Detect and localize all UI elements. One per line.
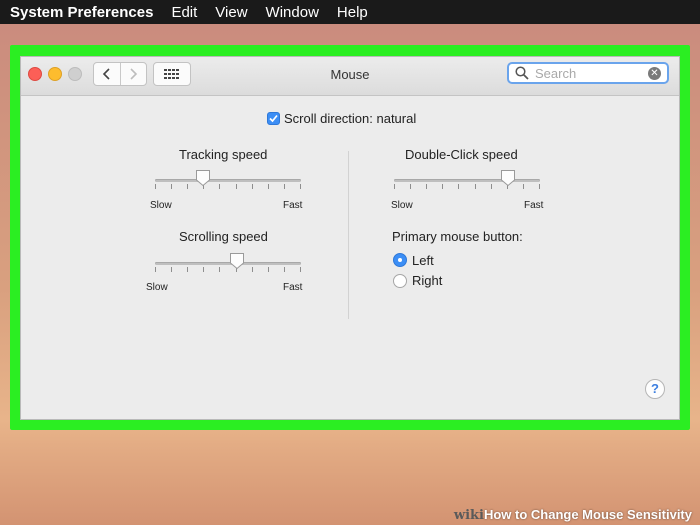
slider-tick: [187, 267, 188, 272]
slider-tick: [475, 184, 476, 189]
scrolling-speed-max-label: Fast: [283, 282, 303, 293]
column-divider: [348, 151, 349, 319]
scroll-direction-checkbox[interactable]: [267, 112, 280, 125]
slider-tick: [155, 184, 156, 189]
primary-mouse-button-label: Primary mouse button:: [392, 229, 523, 244]
slider-knob[interactable]: [229, 252, 245, 270]
slider-track: [394, 179, 540, 182]
slider-tick: [284, 267, 285, 272]
slider-tick: [236, 184, 237, 189]
search-icon: [515, 66, 529, 80]
double-click-speed-min-label: Slow: [391, 200, 413, 211]
slider-tick: [300, 267, 301, 272]
tracking-speed-slider[interactable]: [155, 169, 301, 193]
watermark-title: How to Change Mouse Sensitivity: [483, 507, 692, 522]
mouse-preferences-window: Mouse ✕ Scroll direction: natural Tracki…: [20, 56, 680, 420]
radio-right-label: Right: [412, 273, 443, 288]
slider-tick: [219, 184, 220, 189]
slider-knob[interactable]: [500, 169, 516, 187]
slider-tick: [442, 184, 443, 189]
slider-tick: [187, 184, 188, 189]
scrolling-speed-label: Scrolling speed: [179, 229, 268, 244]
slider-tick: [300, 184, 301, 189]
slider-tick: [410, 184, 411, 189]
search-field[interactable]: ✕: [507, 62, 669, 84]
slider-tick: [171, 184, 172, 189]
menu-view[interactable]: View: [215, 4, 247, 21]
slider-tick: [268, 184, 269, 189]
search-input[interactable]: [533, 64, 647, 82]
tracking-speed-label: Tracking speed: [179, 147, 268, 162]
slider-tick: [252, 267, 253, 272]
double-click-speed-slider[interactable]: [394, 169, 540, 193]
menu-bar: System Preferences Edit View Window Help: [0, 0, 700, 24]
title-bar: Mouse ✕: [21, 57, 679, 96]
watermark-brand: wiki: [453, 508, 484, 523]
slider-tick: [252, 184, 253, 189]
radio-right[interactable]: [393, 274, 407, 288]
slider-knob[interactable]: [195, 169, 211, 187]
slider-tick: [523, 184, 524, 189]
menu-window[interactable]: Window: [266, 4, 319, 21]
slider-tick: [203, 267, 204, 272]
slider-tick: [458, 184, 459, 189]
watermark: wikiHow to Change Mouse Sensitivity: [454, 507, 692, 523]
menu-help[interactable]: Help: [337, 4, 368, 21]
help-button[interactable]: ?: [645, 379, 665, 399]
slider-tick: [491, 184, 492, 189]
menu-app-name[interactable]: System Preferences: [10, 4, 153, 21]
slider-tick: [219, 267, 220, 272]
slider-track: [155, 179, 301, 182]
radio-left[interactable]: [393, 253, 407, 267]
checkmark-icon: [269, 114, 278, 123]
clear-search-icon[interactable]: ✕: [648, 67, 661, 80]
tracking-speed-max-label: Fast: [283, 200, 303, 211]
slider-tick: [394, 184, 395, 189]
tracking-speed-min-label: Slow: [150, 200, 172, 211]
radio-left-label: Left: [412, 253, 434, 268]
slider-tick: [171, 267, 172, 272]
slider-track: [155, 262, 301, 265]
scrolling-speed-slider[interactable]: [155, 252, 301, 276]
slider-tick: [268, 267, 269, 272]
double-click-speed-label: Double-Click speed: [405, 147, 518, 162]
slider-tick: [426, 184, 427, 189]
double-click-speed-max-label: Fast: [524, 200, 544, 211]
slider-tick: [155, 267, 156, 272]
scroll-direction-label: Scroll direction: natural: [284, 111, 417, 126]
slider-tick: [539, 184, 540, 189]
scrolling-speed-min-label: Slow: [146, 282, 168, 293]
menu-edit[interactable]: Edit: [171, 4, 197, 21]
slider-tick: [284, 184, 285, 189]
